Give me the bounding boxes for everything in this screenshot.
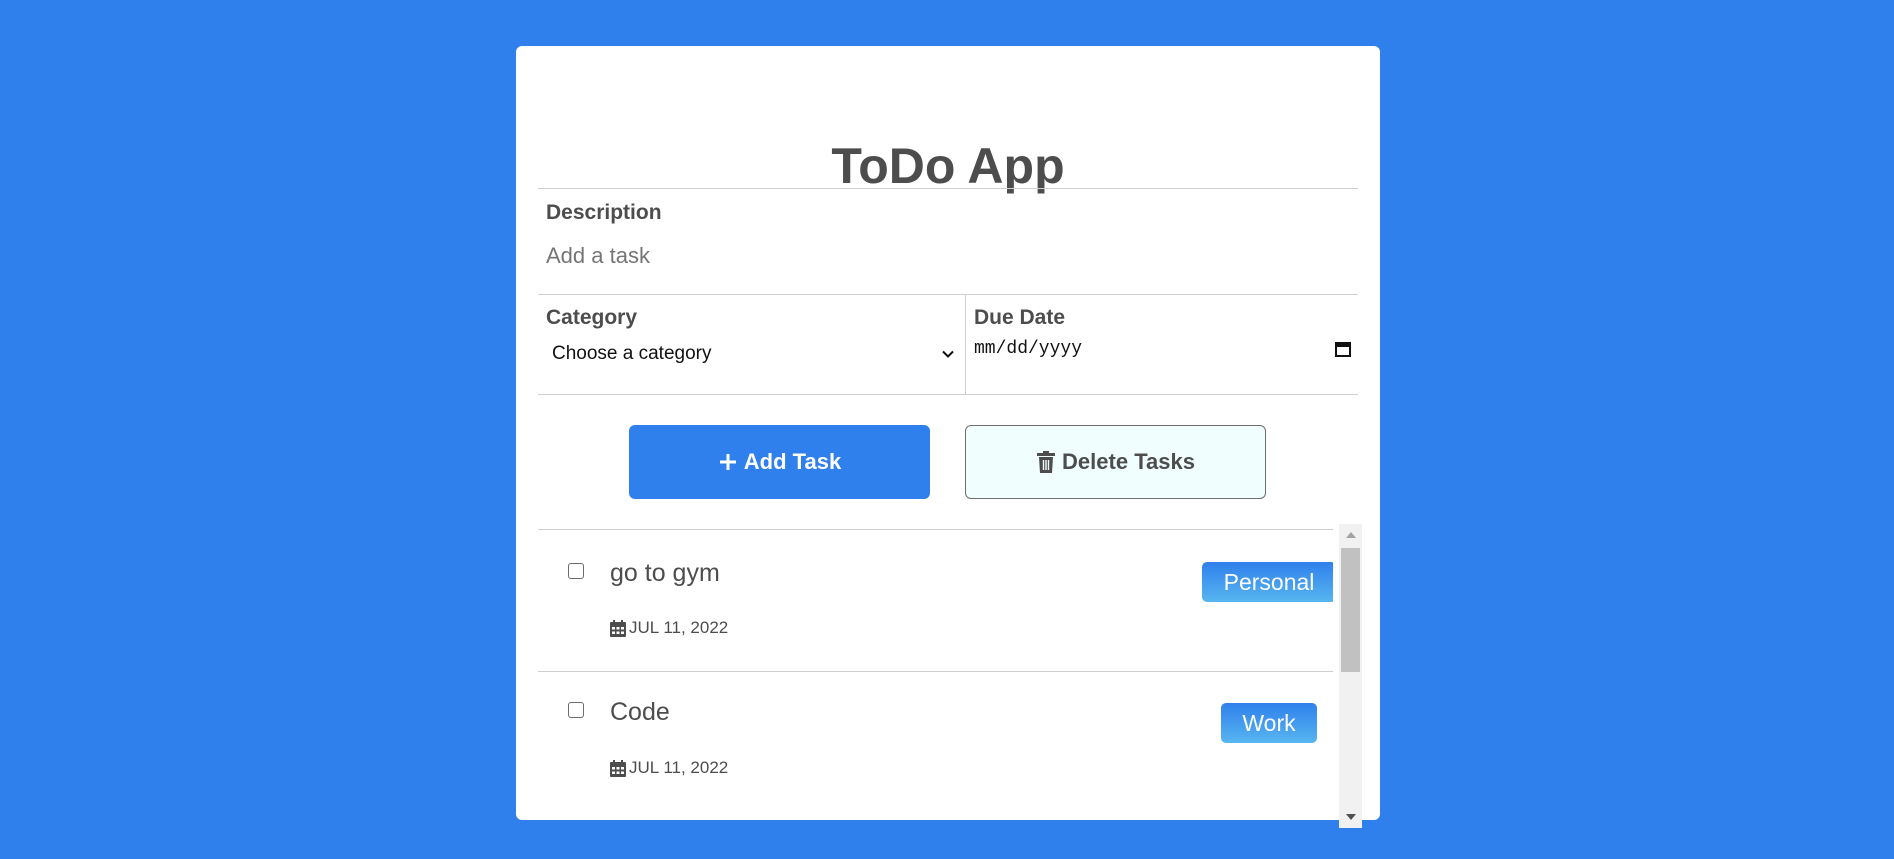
due-date-label: Due Date [974, 306, 1066, 329]
divider [538, 394, 1358, 395]
task-description: Code [610, 698, 670, 726]
category-badge: Work [1221, 703, 1317, 743]
due-date-placeholder: mm/dd/yyyy [974, 339, 1083, 359]
vertical-divider [965, 294, 966, 394]
delete-tasks-button[interactable]: Delete Tasks [965, 425, 1266, 499]
calendar-picker-icon[interactable] [1334, 340, 1352, 358]
task-description: go to gym [610, 559, 720, 587]
task-date-text: JUL 11, 2022 [629, 618, 729, 637]
calendar-icon [610, 619, 626, 637]
delete-tasks-label: Delete Tasks [1062, 449, 1195, 474]
task-checkbox[interactable] [568, 563, 584, 579]
add-task-label: Add Task [743, 449, 842, 474]
app-title: ToDo App [831, 138, 1065, 194]
category-select[interactable]: Choose a category [546, 339, 956, 369]
category-label: Category [546, 306, 638, 329]
plus-icon [719, 454, 736, 470]
task-due-date: JUL 11, 2022 [610, 618, 728, 638]
task-list[interactable]: go to gym JUL 11, 2022 Personal Code JUL… [538, 530, 1333, 820]
task-list-scrollbar[interactable] [1339, 524, 1362, 828]
add-task-button[interactable]: Add Task [629, 425, 930, 499]
todo-card: ToDo App Description Category Choose a c… [516, 46, 1380, 828]
scroll-thumb[interactable] [1341, 548, 1360, 672]
divider [538, 188, 1358, 189]
description-label: Description [546, 201, 662, 224]
calendar-icon [610, 759, 626, 777]
due-date-input[interactable]: mm/dd/yyyy [974, 334, 1354, 364]
category-select-value: Choose a category [552, 343, 712, 364]
trash-icon [1037, 451, 1056, 473]
task-date-text: JUL 11, 2022 [629, 758, 729, 777]
description-input[interactable] [546, 241, 1336, 271]
task-item: go to gym JUL 11, 2022 Personal [538, 530, 1333, 670]
scroll-up-arrow-icon[interactable] [1346, 532, 1356, 538]
divider [538, 294, 1358, 295]
scroll-down-arrow-icon[interactable] [1346, 814, 1356, 820]
task-checkbox[interactable] [568, 702, 584, 718]
task-due-date: JUL 11, 2022 [610, 758, 728, 778]
chevron-down-icon [942, 350, 954, 358]
category-badge: Personal [1202, 562, 1333, 602]
task-item: Code JUL 11, 2022 Work [538, 672, 1333, 812]
